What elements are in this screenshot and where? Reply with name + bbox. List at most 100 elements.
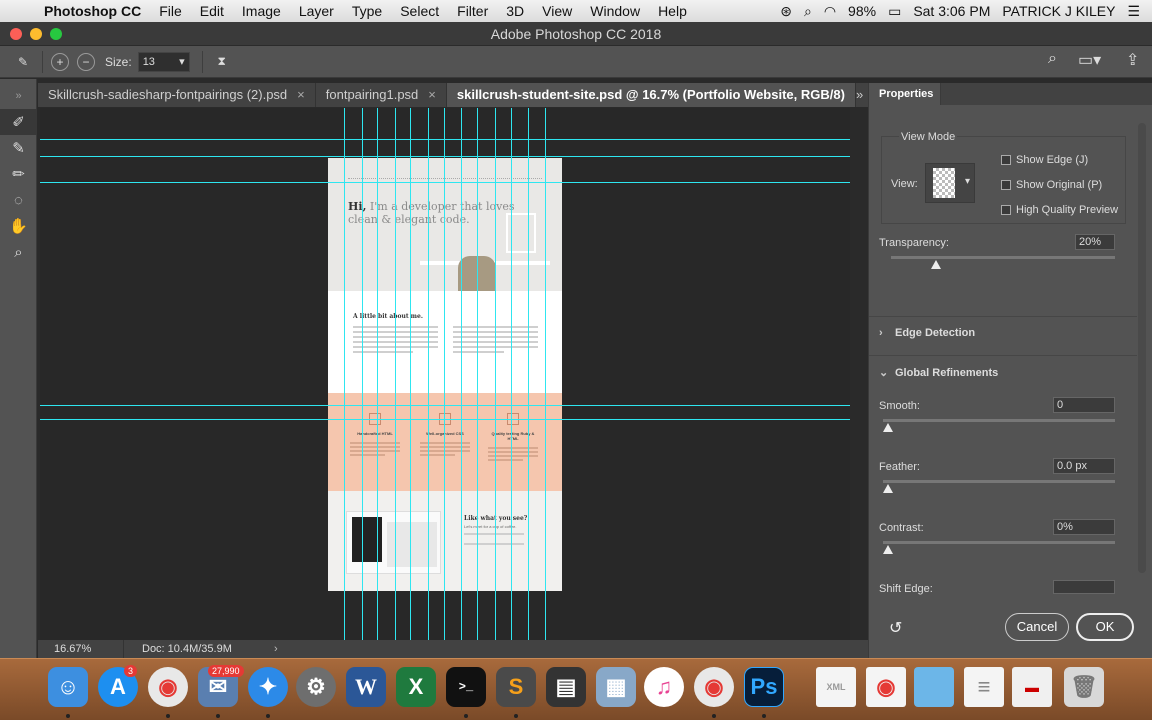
excel-icon[interactable]: X — [396, 667, 436, 707]
global-refinements-header[interactable]: ⌄ Global Refinements — [879, 366, 998, 379]
contrast-input[interactable]: 0% — [1053, 519, 1115, 535]
menu-edit[interactable]: Edit — [191, 3, 233, 19]
clock[interactable]: Sat 3:06 PM — [913, 3, 990, 19]
tool-preset-brush-icon[interactable]: ✎ — [12, 51, 34, 73]
menu-app-name[interactable]: Photoshop CC — [40, 3, 150, 19]
brush-settings-icon[interactable]: ⧗ — [211, 51, 233, 73]
hand-tool-icon[interactable]: ✋ — [0, 213, 37, 239]
guide-vertical[interactable] — [511, 108, 512, 640]
guide-horizontal[interactable] — [40, 156, 850, 157]
menu-file[interactable]: File — [150, 3, 191, 19]
feather-slider[interactable] — [883, 480, 1115, 483]
battery-icon[interactable]: ▭ — [888, 3, 901, 20]
subtract-from-selection-icon[interactable]: − — [77, 52, 95, 71]
battery-percent[interactable]: 98% — [848, 3, 876, 19]
guide-vertical[interactable] — [444, 108, 445, 640]
ribbon-icon[interactable]: ▬ — [1012, 667, 1052, 707]
chrome-doc-icon[interactable]: ◉ — [866, 667, 906, 707]
status-menu-arrow-icon[interactable]: › — [274, 640, 278, 658]
menu-select[interactable]: Select — [391, 3, 448, 19]
zoom-level[interactable]: 16.67% — [44, 640, 124, 658]
document-icon[interactable]: ≡ — [964, 667, 1004, 707]
notification-center-icon[interactable]: ☰ — [1127, 3, 1140, 20]
add-to-selection-icon[interactable]: + — [51, 52, 69, 71]
menu-type[interactable]: Type — [343, 3, 391, 19]
zoom-tool-icon[interactable]: ⌕ — [0, 239, 37, 265]
menu-image[interactable]: Image — [233, 3, 290, 19]
system-preferences-icon[interactable]: ⚙ — [296, 667, 336, 707]
spotlight-icon[interactable]: ⌕ — [804, 3, 812, 20]
lasso-tool-icon[interactable]: ◌ — [0, 187, 37, 213]
brush-size-input[interactable]: 13 ▾ — [137, 51, 190, 72]
menu-3d[interactable]: 3D — [497, 3, 533, 19]
feather-slider-knob[interactable] — [883, 484, 893, 493]
cancel-button[interactable]: Cancel — [1005, 613, 1069, 641]
collapse-toolbar-icon[interactable]: » — [0, 83, 37, 109]
guide-vertical[interactable] — [477, 108, 478, 640]
show-original-checkbox[interactable]: Show Original (P) — [1001, 179, 1102, 191]
tab-student-site[interactable]: skillcrush-student-site.psd @ 16.7% (Por… — [446, 83, 856, 107]
document-canvas[interactable]: Hi, I'm a developer that loves clean & e… — [40, 108, 850, 640]
smooth-input[interactable]: 0 — [1053, 397, 1115, 413]
transparency-slider-knob[interactable] — [930, 260, 941, 269]
menu-window[interactable]: Window — [581, 3, 649, 19]
xml-file-icon[interactable]: XML — [816, 667, 856, 707]
guide-vertical[interactable] — [528, 108, 529, 640]
high-quality-preview-checkbox[interactable]: High Quality Preview — [1001, 204, 1118, 216]
transparency-slider[interactable] — [891, 256, 1115, 259]
brush-tool-icon[interactable]: ✏ — [0, 161, 37, 187]
guide-horizontal[interactable] — [40, 405, 850, 406]
guide-vertical[interactable] — [545, 108, 546, 640]
reset-icon[interactable]: ↺ — [889, 618, 902, 638]
workspace-icon[interactable]: ▭▾ — [1078, 50, 1101, 70]
terminal-icon[interactable]: >_ — [446, 667, 486, 707]
guide-vertical[interactable] — [362, 108, 363, 640]
menu-layer[interactable]: Layer — [290, 3, 343, 19]
menu-view[interactable]: View — [533, 3, 581, 19]
close-tab-icon[interactable]: × — [428, 83, 436, 107]
guide-horizontal[interactable] — [40, 139, 850, 140]
guide-vertical[interactable] — [461, 108, 462, 640]
itunes-icon[interactable]: ♫ — [644, 667, 684, 707]
menu-filter[interactable]: Filter — [448, 3, 497, 19]
tab-fontpairing1[interactable]: fontpairing1.psd × — [316, 83, 447, 107]
sublime-text-icon[interactable]: S — [496, 667, 536, 707]
tab-fontpairings[interactable]: Skillcrush-sadiesharp-fontpairings (2).p… — [38, 83, 316, 107]
guide-vertical[interactable] — [344, 108, 345, 640]
folder-icon[interactable] — [914, 667, 954, 707]
portfolio-artboard[interactable]: Hi, I'm a developer that loves clean & e… — [328, 158, 562, 591]
finder-icon[interactable]: ☺ — [48, 667, 88, 707]
close-window-button[interactable] — [10, 28, 22, 40]
wifi-icon[interactable]: ◠ — [824, 3, 836, 20]
chrome-icon[interactable]: ◉ — [148, 667, 188, 707]
trash-icon[interactable]: 🗑 — [1064, 667, 1104, 707]
guide-vertical[interactable] — [495, 108, 496, 640]
minimize-window-button[interactable] — [30, 28, 42, 40]
feather-input[interactable]: 0.0 px — [1053, 458, 1115, 474]
menu-help[interactable]: Help — [649, 3, 696, 19]
zoom-window-button[interactable] — [50, 28, 62, 40]
close-tab-icon[interactable]: × — [297, 83, 305, 107]
contrast-slider[interactable] — [883, 541, 1115, 544]
guide-vertical[interactable] — [377, 108, 378, 640]
view-mode-picker[interactable]: ▾ — [925, 163, 975, 203]
guide-horizontal[interactable] — [40, 182, 850, 183]
shift-edge-input[interactable] — [1053, 580, 1115, 594]
panel-scrollbar[interactable] — [1138, 123, 1146, 573]
chrome-icon[interactable]: ◉ — [694, 667, 734, 707]
contrast-slider-knob[interactable] — [883, 545, 893, 554]
guide-vertical[interactable] — [395, 108, 396, 640]
search-icon[interactable]: ⌕ — [1048, 50, 1057, 68]
word-icon[interactable]: W — [346, 667, 386, 707]
refine-edge-brush-icon[interactable]: ✎ — [0, 135, 37, 161]
smooth-slider-knob[interactable] — [883, 423, 893, 432]
safari-icon[interactable]: ✦ — [248, 667, 288, 707]
printer-icon[interactable]: ▤ — [546, 667, 586, 707]
ok-button[interactable]: OK — [1076, 613, 1134, 641]
smooth-slider[interactable] — [883, 419, 1115, 422]
show-edge-checkbox[interactable]: Show Edge (J) — [1001, 154, 1088, 166]
guide-vertical[interactable] — [428, 108, 429, 640]
quick-selection-tool-icon[interactable]: ✐ — [0, 109, 37, 135]
photoshop-icon[interactable]: Ps — [744, 667, 784, 707]
guide-horizontal[interactable] — [40, 419, 850, 420]
